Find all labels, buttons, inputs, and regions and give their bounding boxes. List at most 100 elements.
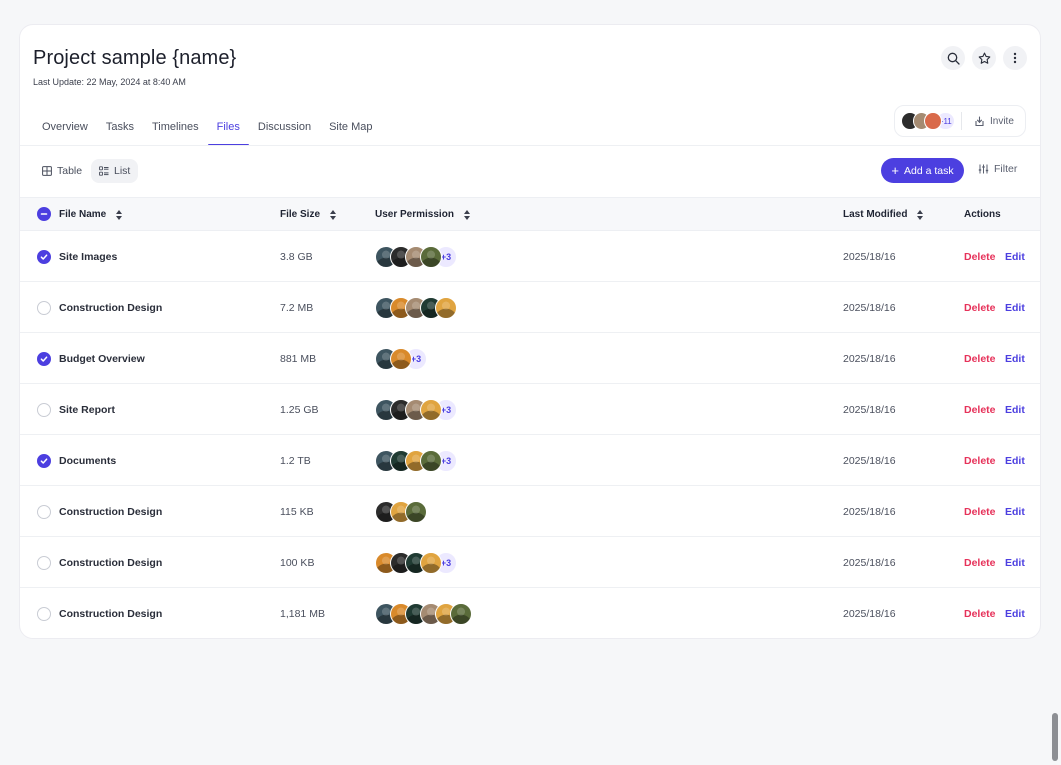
column-file-name[interactable]: File Name [59, 209, 123, 220]
filter-label: Filter [994, 163, 1018, 175]
file-name[interactable]: Construction Design [59, 608, 162, 620]
filter-icon [978, 164, 989, 174]
row-checkbox[interactable] [37, 607, 51, 621]
table-row[interactable]: Site Report 1.25 GB +3 2025/18/16 Delete Edit [20, 384, 1040, 435]
file-size: 100 KB [280, 557, 315, 569]
file-name[interactable]: Site Report [59, 404, 115, 416]
filter-button[interactable]: Filter [978, 163, 1017, 175]
file-name[interactable]: Construction Design [59, 506, 162, 518]
column-user-permission[interactable]: User Permission [375, 209, 470, 220]
file-name[interactable]: Site Images [59, 251, 117, 263]
collaborator-avatars[interactable]: +11 [895, 112, 955, 130]
view-table-button[interactable]: Table [34, 159, 90, 183]
more-vertical-icon [1013, 52, 1017, 64]
tab-discussion[interactable]: Discussion [249, 113, 320, 145]
user-permission-avatars: +3 [375, 348, 427, 370]
star-icon [978, 52, 990, 64]
row-checkbox[interactable] [37, 556, 51, 570]
table-row[interactable]: Construction Design 100 KB +3 2025/18/16 Del… [20, 537, 1040, 588]
delete-button[interactable]: Delete [964, 353, 996, 365]
check-icon [40, 458, 48, 464]
last-modified: 2025/18/16 [843, 506, 896, 518]
row-checkbox[interactable] [37, 454, 51, 468]
column-file-size-label: File Size [280, 209, 321, 220]
edit-button[interactable]: Edit [1005, 404, 1025, 416]
select-all-checkbox[interactable] [37, 207, 51, 221]
file-name[interactable]: Documents [59, 455, 116, 467]
column-last-modified[interactable]: Last Modified [843, 209, 924, 220]
table-row[interactable]: Construction Design 7.2 MB 2025/18/16 Delet… [20, 282, 1040, 333]
tab-tasks[interactable]: Tasks [97, 113, 143, 145]
page-scrollbar[interactable] [1052, 713, 1058, 761]
table-header: File Name File Size User Permission Last… [20, 197, 1040, 231]
delete-button[interactable]: Delete [964, 251, 996, 263]
divider [961, 112, 962, 130]
more-options-button[interactable] [1003, 46, 1027, 70]
avatar [420, 399, 442, 421]
invite-label: Invite [990, 115, 1014, 127]
user-permission-avatars: +3 [375, 552, 457, 574]
page-title: Project sample {name} [33, 47, 237, 69]
column-actions-label: Actions [964, 209, 1001, 220]
edit-button[interactable]: Edit [1005, 302, 1025, 314]
avatar [924, 112, 942, 130]
view-list-button[interactable]: List [91, 159, 139, 183]
row-checkbox[interactable] [37, 301, 51, 315]
tab-site-map[interactable]: Site Map [320, 113, 381, 145]
edit-button[interactable]: Edit [1005, 506, 1025, 518]
table-row[interactable]: Documents 1.2 TB +3 2025/18/16 Delete Edit [20, 435, 1040, 486]
invite-icon [975, 115, 984, 126]
delete-button[interactable]: Delete [964, 608, 996, 620]
file-name[interactable]: Budget Overview [59, 353, 145, 365]
row-checkbox[interactable] [37, 352, 51, 366]
edit-button[interactable]: Edit [1005, 353, 1025, 365]
tab-overview[interactable]: Overview [33, 113, 97, 145]
file-name[interactable]: Construction Design [59, 557, 162, 569]
table-row[interactable]: Construction Design 115 KB 2025/18/16 Delet… [20, 486, 1040, 537]
file-size: 3.8 GB [280, 251, 313, 263]
favorite-button[interactable] [972, 46, 996, 70]
delete-button[interactable]: Delete [964, 404, 996, 416]
table-icon [42, 166, 52, 176]
avatar [420, 246, 442, 268]
file-size: 115 KB [280, 506, 314, 518]
check-icon [40, 356, 48, 362]
check-icon [40, 254, 48, 260]
table-row[interactable]: Budget Overview 881 MB +3 2025/18/16 Delete E… [20, 333, 1040, 384]
file-size: 1.2 TB [280, 455, 311, 467]
tab-files[interactable]: Files [207, 113, 250, 146]
invite-button[interactable]: Invite [968, 116, 1020, 127]
row-checkbox[interactable] [37, 250, 51, 264]
delete-button[interactable]: Delete [964, 302, 996, 314]
last-modified: 2025/18/16 [843, 608, 896, 620]
add-task-label: Add a task [903, 164, 954, 177]
avatar [450, 603, 472, 625]
user-permission-avatars [375, 603, 472, 625]
edit-button[interactable]: Edit [1005, 557, 1025, 569]
column-file-name-label: File Name [59, 209, 107, 220]
avatar [405, 501, 427, 523]
table-row[interactable]: Construction Design 1,181 MB 2025/18/16 Del… [20, 588, 1040, 638]
edit-button[interactable]: Edit [1005, 251, 1025, 263]
add-task-button[interactable]: + Add a task [881, 158, 964, 183]
file-name[interactable]: Construction Design [59, 302, 162, 314]
avatar [390, 348, 412, 370]
table-row[interactable]: Site Images 3.8 GB +3 2025/18/16 Delete Edit [20, 231, 1040, 282]
delete-button[interactable]: Delete [964, 506, 996, 518]
edit-button[interactable]: Edit [1005, 455, 1025, 467]
plus-icon: + [891, 163, 899, 178]
tab-timelines[interactable]: Timelines [143, 113, 208, 145]
row-checkbox[interactable] [37, 403, 51, 417]
delete-button[interactable]: Delete [964, 557, 996, 569]
column-file-size[interactable]: File Size [280, 209, 337, 220]
file-size: 7.2 MB [280, 302, 314, 314]
last-modified: 2025/18/16 [843, 557, 896, 569]
search-button[interactable] [941, 46, 965, 70]
avatar [420, 450, 442, 472]
edit-button[interactable]: Edit [1005, 608, 1025, 620]
row-checkbox[interactable] [37, 505, 51, 519]
user-permission-avatars [375, 501, 427, 523]
sort-icon [116, 209, 123, 220]
delete-button[interactable]: Delete [964, 455, 996, 467]
view-table-label: Table [57, 165, 83, 177]
